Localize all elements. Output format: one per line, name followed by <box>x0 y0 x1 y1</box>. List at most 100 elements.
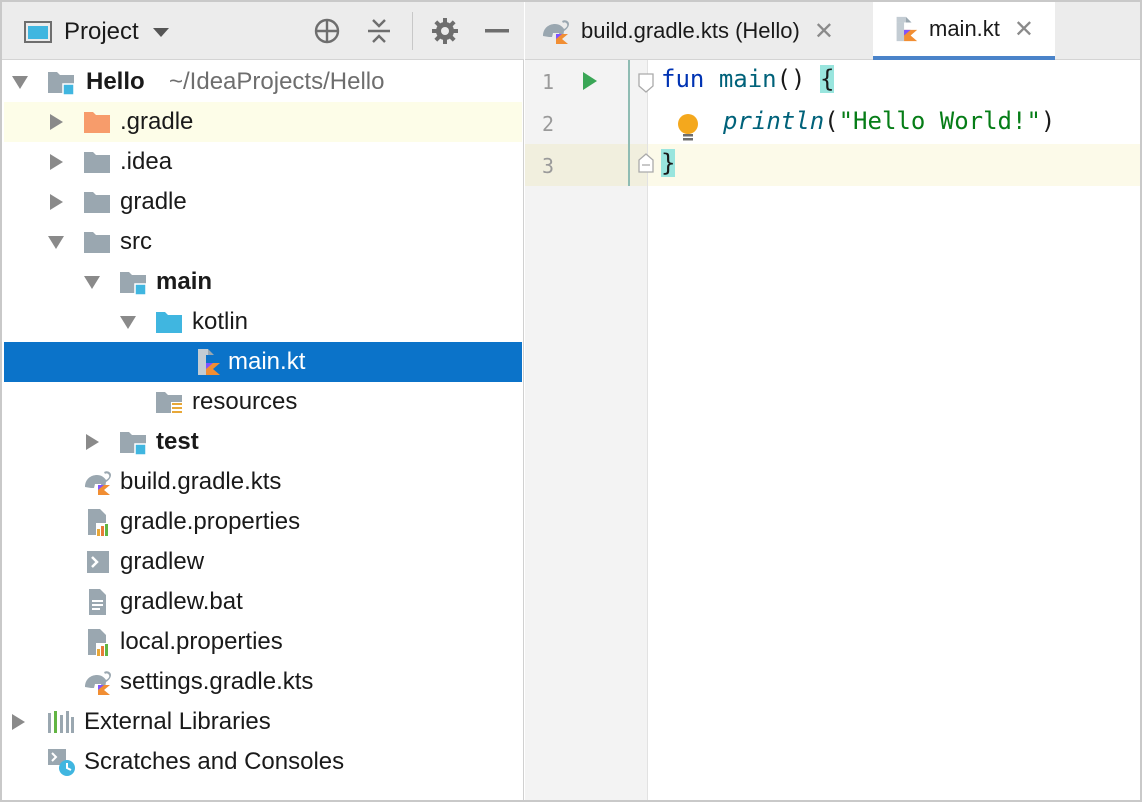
tree-node-dot-idea[interactable]: .idea <box>4 142 522 182</box>
gradle-kotlin-file-icon <box>543 20 569 44</box>
tree-label: build.gradle.kts <box>120 468 282 495</box>
tree-node-resources[interactable]: resources <box>4 382 522 422</box>
minimize-icon[interactable] <box>482 16 512 46</box>
target-icon[interactable] <box>312 16 342 46</box>
string-literal: "Hello World!" <box>838 107 1041 135</box>
kotlin-file-icon <box>896 16 918 42</box>
root-module-path: ~/IdeaProjects/Hello <box>169 68 385 95</box>
line-number: 1 <box>541 70 555 94</box>
close-icon[interactable]: ✕ <box>814 17 834 46</box>
tree-label: .idea <box>120 148 173 175</box>
tree-node-main-kt[interactable]: main.kt <box>4 342 522 382</box>
chevron-right-icon[interactable] <box>50 194 63 210</box>
module-folder-icon <box>48 72 75 96</box>
collapse-all-icon[interactable] <box>364 16 394 46</box>
tree-label: External Libraries <box>84 708 271 735</box>
tree-label: gradle <box>120 188 187 215</box>
code-line-2[interactable]: println("Hello World!") <box>723 107 1055 135</box>
tree-label: Scratches and Consoles <box>84 748 345 775</box>
shell-script-icon <box>87 551 109 573</box>
chevron-down-icon[interactable] <box>12 76 28 89</box>
project-tool-window: Project Hello ~/IdeaProjects/Hello .grad… <box>2 2 524 800</box>
code-parens: () <box>776 65 820 93</box>
project-panel-title: Project <box>64 18 139 45</box>
open-paren: ( <box>824 107 839 135</box>
chevron-down-icon[interactable] <box>120 316 136 329</box>
vcs-change-marker <box>628 60 630 186</box>
tree-label: .gradle <box>120 108 194 135</box>
tree-label: gradle.properties <box>120 508 301 535</box>
code-line-1[interactable]: fun main() { <box>661 65 835 93</box>
resources-folder-icon <box>156 392 183 416</box>
fold-icon[interactable] <box>637 72 655 94</box>
line-number: 3 <box>541 154 555 178</box>
tree-node-test[interactable]: test <box>4 422 522 462</box>
source-set-folder-icon <box>120 272 147 296</box>
tree-label: gradlew.bat <box>120 588 243 615</box>
lightbulb-icon[interactable] <box>675 112 701 144</box>
scratches-icon <box>48 749 75 776</box>
toolbar-divider <box>412 12 413 50</box>
tab-main-kt[interactable]: main.kt ✕ <box>873 2 1055 60</box>
close-paren: ) <box>1040 107 1056 135</box>
chevron-down-icon <box>152 27 169 37</box>
function-call: println <box>723 107 825 135</box>
fold-end-icon[interactable] <box>637 152 655 174</box>
tree-node-gradle[interactable]: gradle <box>4 182 522 222</box>
tree-node-dot-gradle[interactable]: .gradle <box>4 102 522 142</box>
tree-node-local-properties[interactable]: local.properties <box>4 622 522 662</box>
tree-node-gradlew-bat[interactable]: gradlew.bat <box>4 582 522 622</box>
gradle-kotlin-file-icon <box>85 671 111 695</box>
gradle-kotlin-file-icon <box>85 471 111 495</box>
gear-icon[interactable] <box>430 16 460 46</box>
close-icon[interactable]: ✕ <box>1014 15 1034 44</box>
tree-node-kotlin[interactable]: kotlin <box>4 302 522 342</box>
tab-label: main.kt <box>929 16 1000 41</box>
tree-node-hello[interactable]: Hello ~/IdeaProjects/Hello <box>4 62 522 102</box>
kotlin-file-icon <box>198 349 220 375</box>
function-name: main <box>718 65 777 93</box>
line-number: 2 <box>541 112 555 136</box>
tree-label: test <box>156 428 199 455</box>
properties-file-icon <box>88 509 111 536</box>
tree-node-external-libraries[interactable]: External Libraries <box>4 702 522 742</box>
tree-node-scratches[interactable]: Scratches and Consoles <box>4 742 522 782</box>
folder-icon <box>84 232 110 253</box>
tree-node-gradlew[interactable]: gradlew <box>4 542 522 582</box>
text-file-icon <box>89 589 106 615</box>
editor-tab-bar: build.gradle.kts (Hello) ✕ main.kt ✕ <box>525 2 1140 60</box>
chevron-down-icon[interactable] <box>84 276 100 289</box>
tree-node-settings-gradle-kts[interactable]: settings.gradle.kts <box>4 662 522 702</box>
tree-label: gradlew <box>120 548 205 575</box>
chevron-right-icon[interactable] <box>12 714 25 730</box>
folder-icon <box>84 152 110 173</box>
code-line-3[interactable]: } <box>661 149 676 177</box>
keyword-fun: fun <box>661 65 705 93</box>
source-root-folder-icon <box>156 312 182 333</box>
tab-build-gradle-kts[interactable]: build.gradle.kts (Hello) ✕ <box>539 2 873 60</box>
chevron-down-icon[interactable] <box>48 236 64 249</box>
tree-label: resources <box>192 388 298 415</box>
tab-label: build.gradle.kts (Hello) <box>581 18 800 43</box>
tree-node-main[interactable]: main <box>4 262 522 302</box>
run-icon[interactable] <box>581 70 599 92</box>
tree-node-src[interactable]: src <box>4 222 522 262</box>
chevron-right-icon[interactable] <box>50 154 63 170</box>
tree-label: local.properties <box>120 628 283 655</box>
tree-label: kotlin <box>192 308 249 335</box>
source-set-folder-icon <box>120 432 147 456</box>
tree-label: src <box>120 228 152 255</box>
tree-label: main.kt <box>228 348 306 375</box>
tree-node-build-gradle-kts[interactable]: build.gradle.kts <box>4 462 522 502</box>
project-panel-header: Project <box>2 2 524 60</box>
folder-icon <box>84 192 110 213</box>
excluded-folder-icon <box>84 112 110 133</box>
ide-window: Project Hello ~/IdeaProjects/Hello .grad… <box>0 0 1142 802</box>
project-view-selector[interactable]: Project <box>24 17 169 47</box>
chevron-right-icon[interactable] <box>50 114 63 130</box>
chevron-right-icon[interactable] <box>86 434 99 450</box>
close-brace: } <box>661 149 676 177</box>
library-icon <box>48 711 74 733</box>
project-window-icon <box>24 21 52 43</box>
tree-node-gradle-properties[interactable]: gradle.properties <box>4 502 522 542</box>
